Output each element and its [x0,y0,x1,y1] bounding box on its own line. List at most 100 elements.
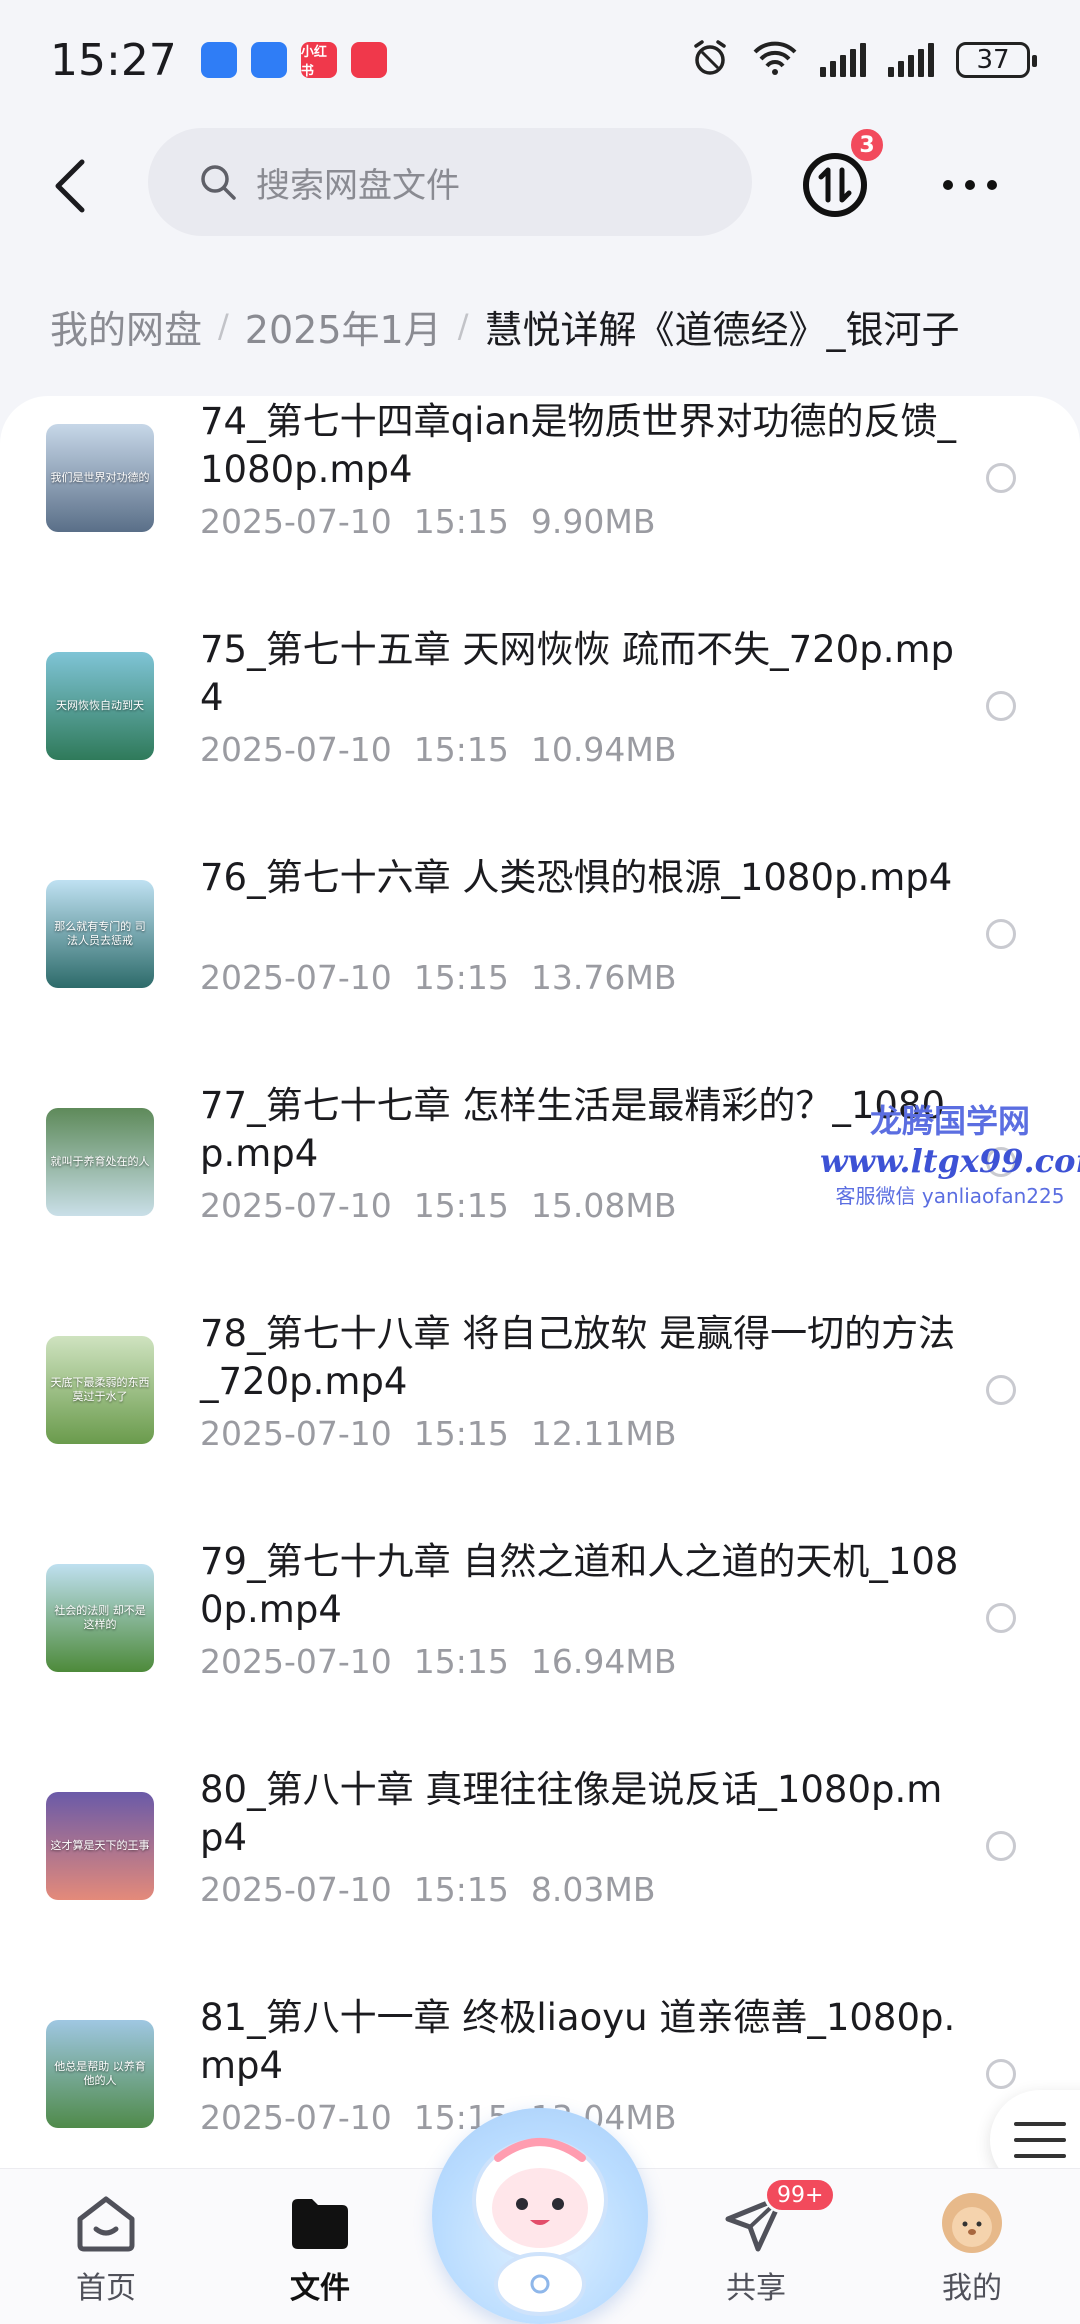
video-thumbnail: 那么就有专门的 司法人员去惩戒 [46,880,154,988]
breadcrumb-item-my-drive[interactable]: 我的网盘 [50,299,202,354]
battery-icon: 37 [956,42,1037,78]
file-date: 2025-07-10 [200,958,392,997]
file-list-item[interactable]: 我们是世界对功德的 74_第七十四章qian是物质世界对功德的反馈_1080p.m… [0,396,1080,624]
file-list-item[interactable]: 天底下最柔弱的东西 莫过于水了 78_第七十八章 将自己放软 是赢得一切的方法_7… [0,1308,1080,1536]
home-icon [74,2191,138,2255]
wifi-icon [752,40,798,80]
video-thumbnail: 天底下最柔弱的东西 莫过于水了 [46,1336,154,1444]
select-checkbox[interactable] [986,919,1016,949]
nav-tab-share[interactable]: 共享 99+ [686,2177,837,2311]
file-meta: 2025-07-10 15:15 8.03MB [200,1870,655,1909]
nav-label-mine: 我的 [942,2271,1002,2306]
file-list-item[interactable]: 那么就有专门的 司法人员去惩戒 76_第七十六章 人类恐惧的根源_1080p.mp… [0,852,1080,1080]
search-placeholder: 搜索网盘文件 [256,165,460,206]
signal-icon [888,43,934,77]
avatar [940,2191,1004,2255]
breadcrumb: 我的网盘 / 2025年1月 / 慧悦详解《道德经》_银河子 [50,296,959,356]
thumbnail-caption: 我们是世界对功德的 [50,471,150,484]
nav-label-files: 文件 [290,2271,350,2306]
video-thumbnail: 天网恢恢自动到天 [46,652,154,760]
file-date: 2025-07-10 [200,1186,392,1225]
nav-tab-home[interactable]: 首页 [36,2191,176,2311]
message-icon [350,42,387,78]
file-name: 74_第七十四章qian是物质世界对功德的反馈_1080p.mp4 [200,400,956,491]
file-list-item[interactable]: 天网恢恢自动到天 75_第七十五章 天网恢恢 疏而不失_720p.mp4 2025-… [0,624,1080,852]
select-checkbox[interactable] [986,2059,1016,2089]
nav-label-home: 首页 [76,2271,136,2306]
breadcrumb-current: 慧悦详解《道德经》_银河子 [484,307,960,352]
header: 搜索网盘文件 3 [0,120,1080,250]
video-thumbnail: 他总是帮助 以养育他的人 [46,2020,154,2128]
alarm-icon [690,38,730,82]
select-checkbox[interactable] [986,1831,1016,1861]
file-size: 12.11MB [530,1414,677,1453]
file-list: 我们是世界对功德的 74_第七十四章qian是物质世界对功德的反馈_1080p.m… [0,396,1080,2176]
file-meta: 2025-07-10 15:15 16.94MB [200,1642,676,1681]
file-size: 8.03MB [530,1870,656,1909]
nav-label-share: 共享 [726,2271,786,2306]
file-date: 2025-07-10 [200,2098,392,2137]
file-date: 2025-07-10 [200,502,392,541]
app-notification-icon [250,42,287,78]
file-name: 80_第八十章 真理往往像是说反话_1080p.mp4 [200,1768,943,1859]
file-size: 10.94MB [530,730,677,769]
more-button[interactable] [940,160,1000,210]
menu-icon [1014,2122,1066,2158]
video-thumbnail: 我们是世界对功德的 [46,424,154,532]
select-checkbox[interactable] [986,691,1016,721]
file-time: 15:15 [413,958,509,997]
nav-tab-mine[interactable]: 我的 [902,2191,1042,2311]
thumbnail-caption: 这才算是天下的王事 [50,1839,150,1852]
search-input[interactable]: 搜索网盘文件 [148,128,752,236]
share-count-badge: 99+ [764,2177,837,2213]
signal-icon [820,43,866,77]
file-name: 76_第七十六章 人类恐惧的根源_1080p.mp4 [200,856,953,899]
file-name: 81_第八十一章 终极liaoyu 道亲德善_1080p.mp4 [200,1996,956,2087]
watermark-title: 龙腾国学网 [869,1102,1030,1140]
folder-icon [288,2191,352,2255]
file-list-item[interactable]: 社会的法则 却不是这样的 79_第七十九章 自然之道和人之道的天机_1080p.m… [0,1536,1080,1764]
file-meta: 2025-07-10 15:15 13.76MB [200,958,676,997]
video-thumbnail: 这才算是天下的王事 [46,1792,154,1900]
select-checkbox[interactable] [986,1603,1016,1633]
file-list-item[interactable]: 这才算是天下的王事 80_第八十章 真理往往像是说反话_1080p.mp4 2025… [0,1764,1080,1992]
file-meta: 2025-07-10 15:15 10.94MB [200,730,676,769]
file-meta: 2025-07-10 15:15 15.08MB [200,1186,676,1225]
video-thumbnail: 就叫于养育处在的人 [46,1108,154,1216]
more-dots-icon [943,180,997,190]
file-meta: 2025-07-10 15:15 12.11MB [200,1414,676,1453]
transfer-count-badge: 3 [848,126,886,164]
file-name: 75_第七十五章 天网恢恢 疏而不失_720p.mp4 [200,628,955,719]
file-name: 78_第七十八章 将自己放软 是赢得一切的方法_720p.mp4 [200,1312,956,1403]
video-thumbnail: 社会的法则 却不是这样的 [46,1564,154,1672]
ai-assistant-mascot-button[interactable] [432,2108,648,2324]
nav-tab-files[interactable]: 文件 [250,2191,390,2311]
status-bar: 15:27 小红书 37 [0,0,1080,120]
file-time: 15:15 [413,730,509,769]
watermark-contact: 客服微信 yanliaofan225 [835,1184,1065,1208]
watermark: 龙腾国学网 www.ltgx99.com 客服微信 yanliaofan225 [820,1096,1080,1209]
file-time: 15:15 [413,502,509,541]
chevron-left-icon [55,159,85,213]
file-name: 79_第七十九章 自然之道和人之道的天机_1080p.mp4 [200,1540,959,1631]
file-time: 15:15 [413,1186,509,1225]
file-time: 15:15 [413,1414,509,1453]
breadcrumb-item-month[interactable]: 2025年1月 [245,299,442,354]
file-size: 13.76MB [530,958,677,997]
thumbnail-caption: 社会的法则 却不是这样的 [54,1604,146,1631]
select-checkbox[interactable] [986,1375,1016,1405]
file-size: 16.94MB [530,1642,677,1681]
thumbnail-caption: 天底下最柔弱的东西 莫过于水了 [50,1376,150,1403]
file-time: 15:15 [413,1870,509,1909]
file-date: 2025-07-10 [200,1414,392,1453]
thumbnail-caption: 天网恢恢自动到天 [56,699,144,712]
watermark-url: www.ltgx99.com [820,1142,1080,1180]
select-checkbox[interactable] [986,463,1016,493]
thumbnail-caption: 他总是帮助 以养育他的人 [54,2060,146,2087]
file-size: 9.90MB [530,502,656,541]
notification-icons: 小红书 [200,42,401,79]
file-time: 15:15 [413,1642,509,1681]
back-button[interactable] [40,156,100,216]
status-indicators: 37 [690,38,1037,82]
status-time: 15:27 [50,34,177,86]
